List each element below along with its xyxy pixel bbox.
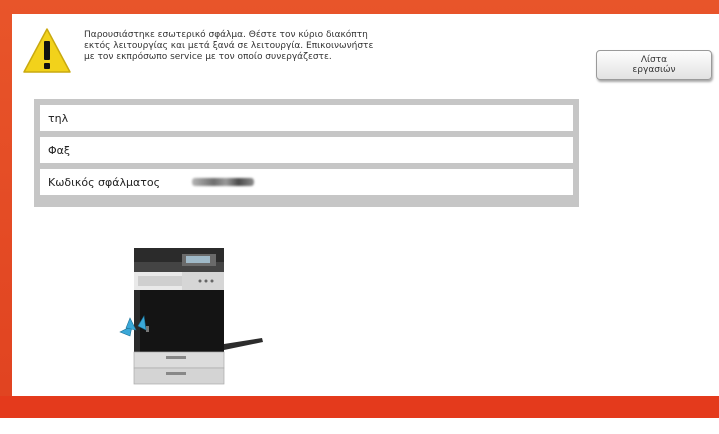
blurred-error-code — [192, 178, 254, 186]
printer-machine-illustration — [119, 248, 263, 385]
fax-row: Φαξ — [40, 137, 573, 163]
error-code-value — [184, 169, 573, 195]
phone-row: τηλ — [40, 105, 573, 131]
job-list-button-line-1: Λίστα — [640, 55, 668, 65]
bottom-status-bar — [0, 396, 719, 418]
fax-label: Φαξ — [48, 143, 71, 157]
bottom-strip — [0, 418, 719, 434]
phone-label: τηλ — [48, 111, 69, 125]
job-list-button[interactable]: Λίστα εργασιών — [596, 50, 712, 80]
error-message-line-2: εκτός λειτουργίας και μετά ξανά σε λειτο… — [84, 41, 374, 51]
error-message: Παρουσιάστηκε εσωτερικό σφάλμα. Θέστε το… — [84, 30, 554, 63]
error-code-label: Κωδικός σφάλματος — [48, 175, 161, 189]
error-message-line-3: με τον εκπρόσωπο service με τον οποίο συ… — [84, 52, 332, 62]
phone-value — [184, 105, 573, 131]
fax-value — [184, 137, 573, 163]
error-code-row: Κωδικός σφάλματος — [40, 169, 573, 195]
contact-info-table: τηλ Φαξ Κωδικός σφάλματος — [34, 99, 579, 207]
error-message-line-1: Παρουσιάστηκε εσωτερικό σφάλμα. Θέστε το… — [84, 30, 368, 40]
job-list-button-line-2: εργασιών — [632, 65, 676, 75]
warning-triangle-icon — [23, 28, 71, 73]
